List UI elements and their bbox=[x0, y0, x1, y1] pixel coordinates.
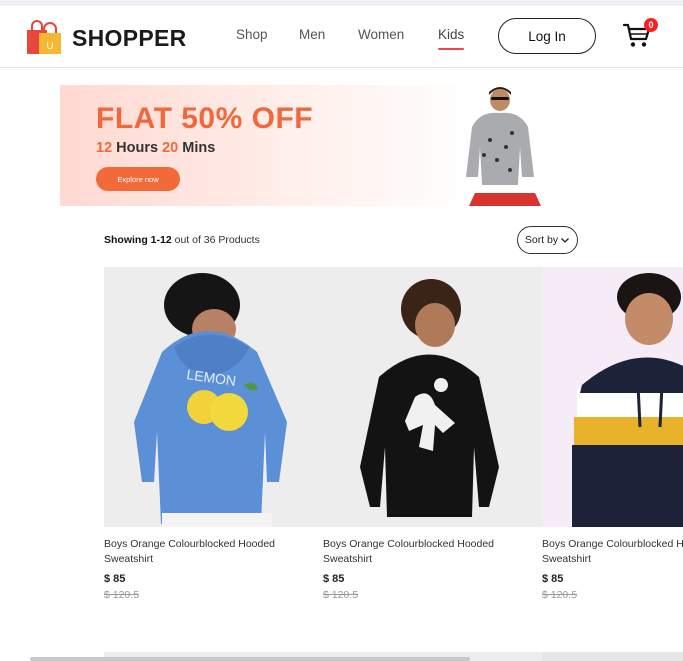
product-original-price: $ 120.5 bbox=[323, 589, 359, 601]
product-card[interactable]: Boys Orange Colourblocked Hooded Sweatsh… bbox=[323, 267, 542, 607]
countdown-mins-label: Mins bbox=[182, 140, 216, 156]
nav-men[interactable]: Men bbox=[299, 27, 325, 42]
active-nav-underline bbox=[438, 48, 465, 50]
cart-button[interactable]: 0 bbox=[622, 18, 658, 52]
sort-by-dropdown[interactable]: Sort by bbox=[517, 226, 578, 254]
site-header: U SHOPPER Shop Men Women Kids Log In 0 bbox=[0, 6, 683, 68]
brand-logo[interactable]: U SHOPPER bbox=[25, 18, 187, 58]
product-price: $ 85 bbox=[323, 573, 345, 585]
product-name: Boys Orange Colourblocked Hooded Sweatsh… bbox=[104, 538, 276, 565]
results-range: Showing 1-12 bbox=[104, 234, 172, 246]
banner-countdown: 12 Hours 20 Mins bbox=[96, 140, 215, 156]
product-image: LEMON bbox=[104, 267, 323, 527]
product-image bbox=[542, 267, 683, 527]
countdown-hours-label: Hours bbox=[116, 140, 159, 156]
product-name: Boys Orange Colourblocked Hooded Sweatsh… bbox=[323, 538, 495, 565]
product-image bbox=[323, 267, 542, 527]
countdown-hours: 12 bbox=[96, 140, 113, 156]
product-price: $ 85 bbox=[104, 573, 126, 585]
logo-letter: U bbox=[46, 41, 53, 52]
nav-kids-label: Kids bbox=[438, 27, 465, 42]
brand-name: SHOPPER bbox=[72, 24, 187, 51]
promo-banner: FLAT 50% OFF 12 Hours 20 Mins Explore no… bbox=[60, 85, 610, 206]
cart-count-badge: 0 bbox=[644, 18, 658, 32]
product-grid: LEMON Boys Orange Colourblocked Hooded S… bbox=[104, 267, 683, 661]
product-original-price: $ 120.5 bbox=[542, 589, 578, 601]
product-card[interactable]: Boys Orange Colourblocked Hooded Sweatsh… bbox=[542, 267, 683, 607]
login-button[interactable]: Log In bbox=[498, 18, 596, 54]
explore-now-button[interactable]: Explore now bbox=[96, 167, 180, 191]
product-price: $ 85 bbox=[542, 573, 564, 585]
banner-model-image bbox=[466, 87, 541, 206]
results-total: out of 36 Products bbox=[174, 234, 260, 246]
banner-title: FLAT 50% OFF bbox=[96, 102, 314, 135]
sort-by-label: Sort by bbox=[524, 234, 559, 246]
nav-kids[interactable]: Kids bbox=[438, 27, 465, 50]
results-count: Showing 1-12 out of 36 Products bbox=[104, 234, 260, 246]
nav-shop[interactable]: Shop bbox=[236, 27, 268, 42]
horizontal-scrollbar[interactable] bbox=[30, 657, 470, 661]
countdown-mins: 20 bbox=[162, 140, 179, 156]
product-card[interactable]: LEMON Boys Orange Colourblocked Hooded S… bbox=[104, 267, 323, 607]
product-original-price: $ 120.5 bbox=[104, 589, 140, 601]
nav-women[interactable]: Women bbox=[358, 27, 404, 42]
product-name: Boys Orange Colourblocked Hooded Sweatsh… bbox=[542, 538, 683, 565]
chevron-down-icon bbox=[561, 238, 570, 243]
shopping-bag-icon: U bbox=[27, 20, 61, 54]
